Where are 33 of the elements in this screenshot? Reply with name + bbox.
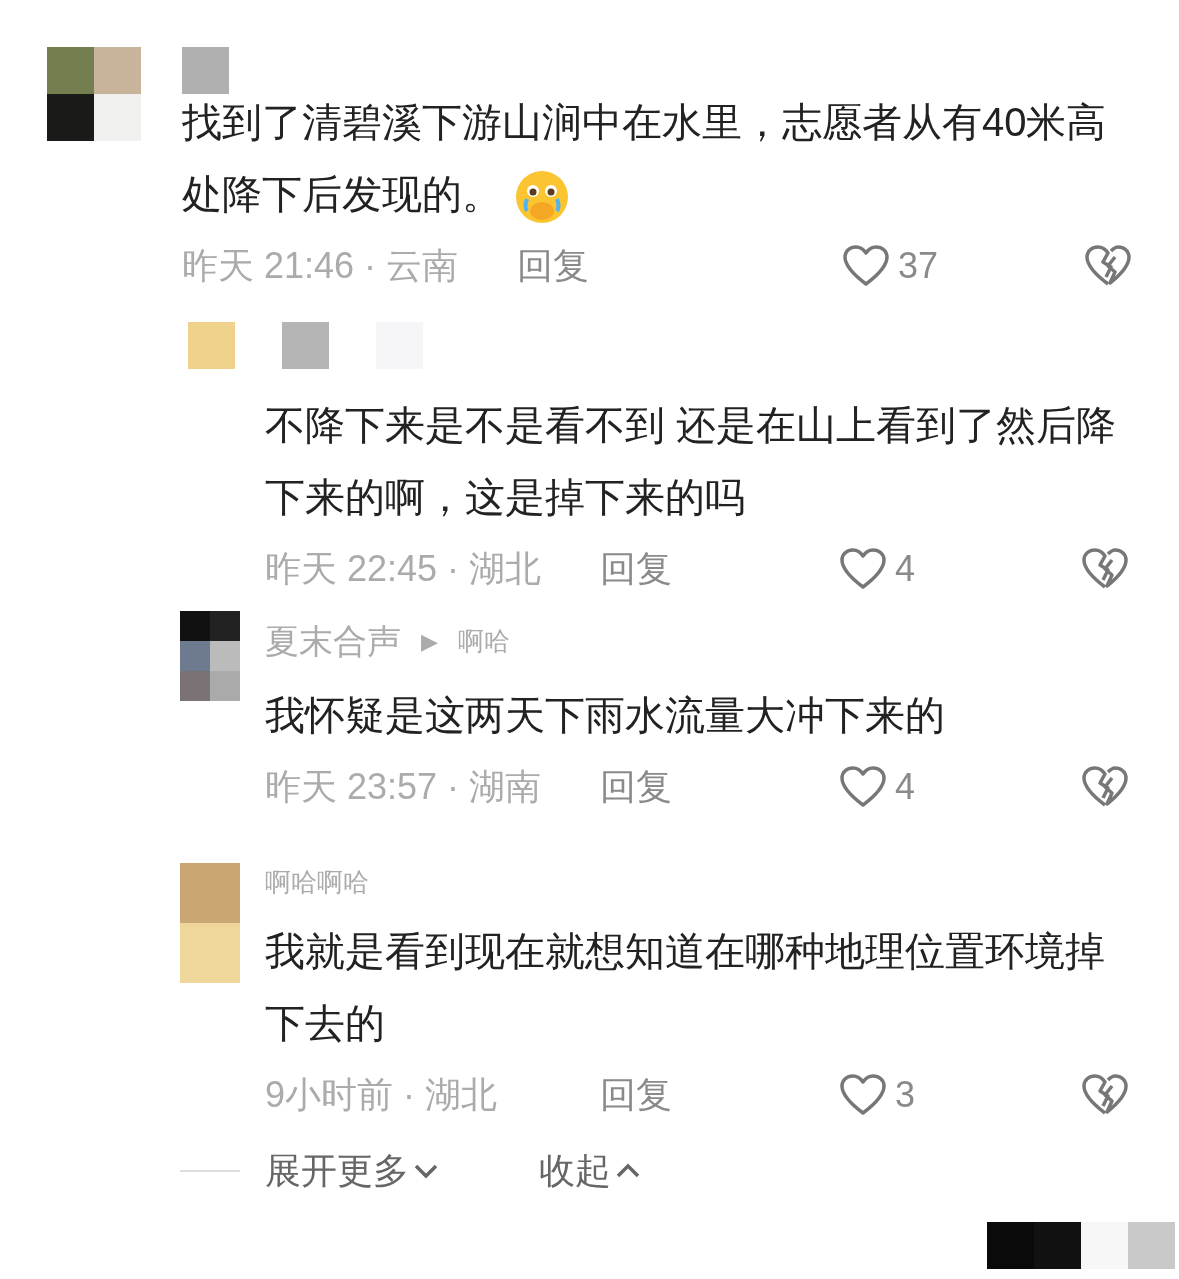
comment-time-location: 9小时前 · 湖北	[265, 1073, 498, 1117]
broken-heart-icon[interactable]	[1081, 765, 1129, 809]
comment-time-location: 昨天 22:45 · 湖北	[265, 547, 543, 591]
broken-heart-icon[interactable]	[1081, 1073, 1129, 1117]
heart-icon[interactable]	[839, 547, 887, 591]
reply-text: 不降下来是不是看不到 还是在山上看到了然后降下来的啊，这是掉下来的吗	[265, 402, 1118, 521]
reply-button[interactable]: 回复	[517, 239, 589, 293]
reply-button[interactable]: 回复	[600, 542, 672, 596]
chevron-down-icon	[413, 1163, 439, 1179]
like-count: 4	[895, 547, 916, 591]
reply-button[interactable]: 回复	[600, 1068, 672, 1122]
reply-button[interactable]: 回复	[600, 760, 672, 814]
like-count: 4	[895, 765, 916, 809]
like-count: 3	[895, 1073, 916, 1117]
author-name[interactable]: 啊哈啊哈	[265, 863, 1129, 903]
comment-text: 找到了清碧溪下游山涧中在水里，志愿者从有40米高处降下后发现的。	[182, 86, 1132, 230]
expand-more-button[interactable]: 展开更多	[265, 1144, 439, 1198]
heart-icon[interactable]	[839, 1073, 887, 1117]
comment-time-location: 昨天 23:57 · 湖南	[265, 765, 543, 809]
reply-arrow: ▶	[421, 627, 438, 656]
author-name[interactable]: 夏末合声	[265, 615, 401, 667]
reply-target-name[interactable]: 啊哈	[458, 621, 510, 661]
reply-text: 我就是看到现在就想知道在哪种地理位置环境掉下去的	[265, 928, 1106, 1047]
broken-heart-icon[interactable]	[1081, 547, 1129, 591]
heart-icon[interactable]	[839, 765, 887, 809]
collapse-button[interactable]: 收起	[539, 1144, 641, 1198]
reply-text: 我怀疑是这两天下雨水流量大冲下来的	[265, 692, 946, 739]
heart-icon[interactable]	[842, 244, 890, 288]
comment-time-location: 昨天 21:46 · 云南	[182, 244, 460, 288]
like-count: 37	[898, 244, 939, 288]
chevron-up-icon	[615, 1163, 641, 1179]
broken-heart-icon[interactable]	[1084, 244, 1132, 288]
crying-face-icon	[514, 169, 570, 226]
